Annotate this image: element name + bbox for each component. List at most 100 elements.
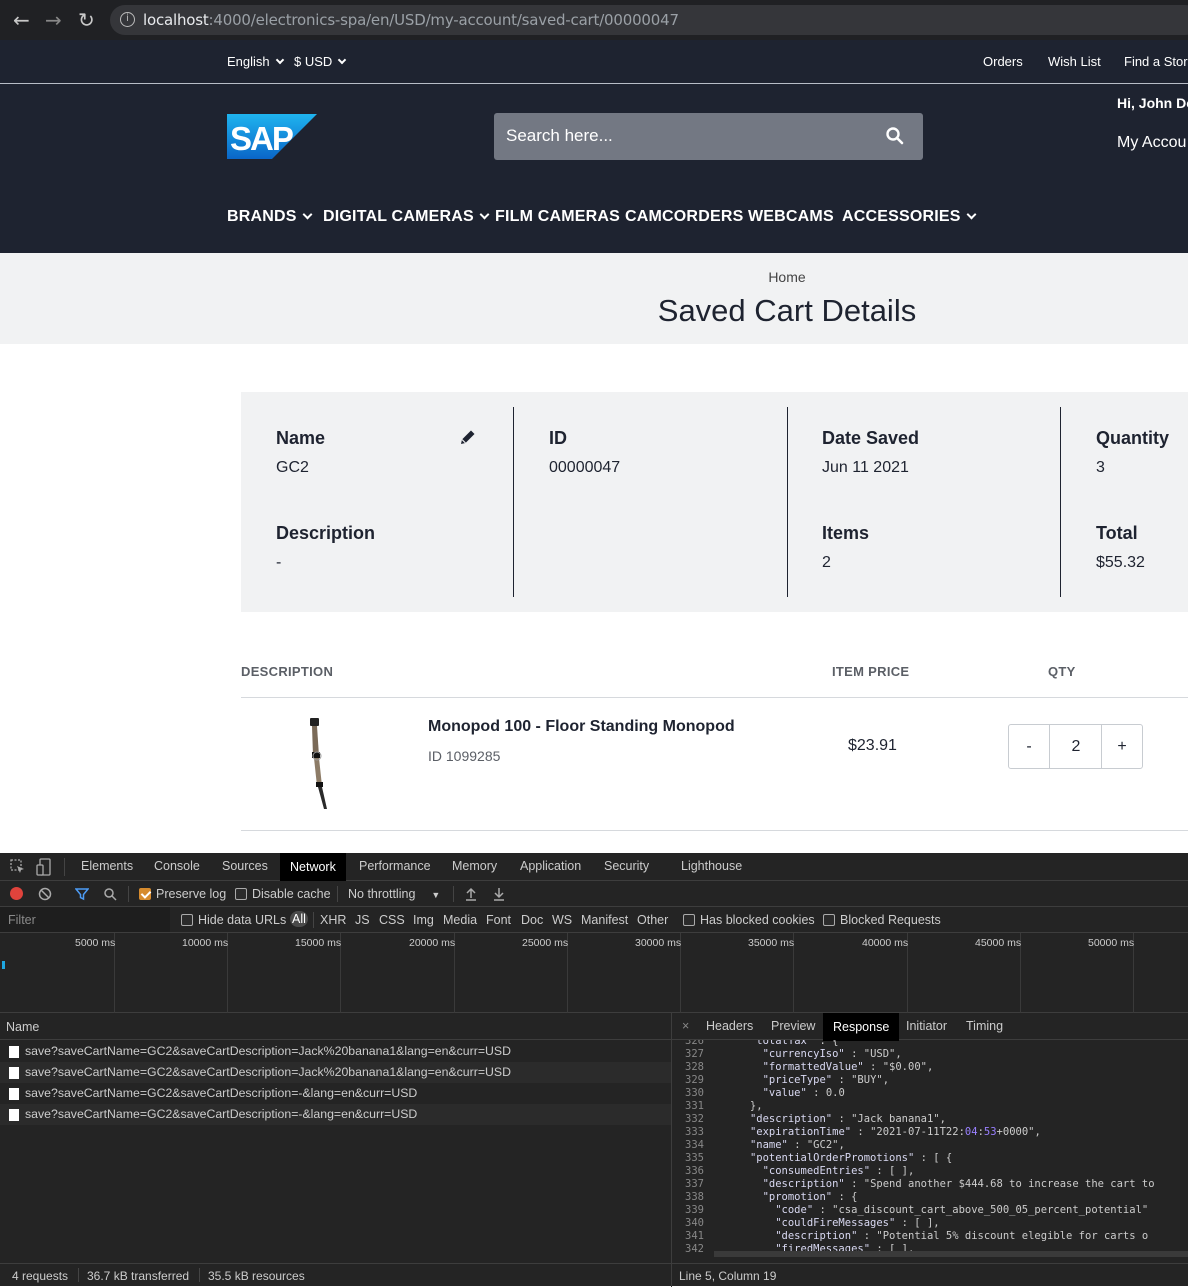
tab-elements[interactable]: Elements [81, 859, 133, 873]
tab-preview[interactable]: Preview [771, 1019, 815, 1033]
line-number: 339 [685, 1204, 704, 1216]
address-bar[interactable]: i localhost:4000/electronics-spa/en/USD/… [110, 5, 1188, 35]
site-info-icon[interactable]: i [120, 12, 135, 27]
nav-film-cameras[interactable]: FILM CAMERAS [495, 208, 620, 226]
currency-selector[interactable]: $ USD [294, 54, 347, 69]
request-row[interactable]: save?saveCartName=GC2&saveCartDescriptio… [0, 1083, 671, 1104]
filter-type-xhr[interactable]: XHR [320, 913, 346, 927]
nav-webcams[interactable]: WEBCAMS [748, 208, 834, 226]
product-name-link[interactable]: Monopod 100 - Floor Standing Monopod [428, 718, 735, 736]
request-row[interactable]: save?saveCartName=GC2&saveCartDescriptio… [0, 1104, 671, 1125]
tab-response[interactable]: Response [823, 1013, 900, 1041]
request-row[interactable]: save?saveCartName=GC2&saveCartDescriptio… [0, 1062, 671, 1083]
blocked-requests-checkbox[interactable]: Blocked Requests [823, 913, 941, 927]
column-header-item-price: ITEM PRICE [832, 664, 910, 679]
code-text: "description" : "Spend another $444.68 t… [762, 1178, 1155, 1190]
divider [241, 697, 1188, 698]
filter-type-doc[interactable]: Doc [521, 913, 543, 927]
nav-camcorders[interactable]: CAMCORDERS [625, 208, 743, 226]
find-store-link[interactable]: Find a Store [1124, 54, 1188, 69]
file-icon [9, 1067, 19, 1079]
edit-pencil-icon[interactable] [459, 428, 477, 446]
decrement-button[interactable]: - [1009, 725, 1050, 768]
code-line: 333 "expirationTime" : "2021-07-11T22:04… [672, 1126, 1188, 1139]
quantity-input[interactable]: 2 [1050, 725, 1102, 768]
tab-initiator[interactable]: Initiator [906, 1019, 947, 1033]
horizontal-scrollbar[interactable] [714, 1251, 1188, 1257]
close-icon[interactable]: × [682, 1019, 689, 1033]
nav-accessories[interactable]: ACCESSORIES [842, 208, 977, 226]
timeline-tick-label: 35000 ms [748, 937, 795, 949]
tab-security[interactable]: Security [604, 859, 649, 873]
code-text: "promotion" : { [762, 1191, 858, 1203]
network-filter-bar: Filter Hide data URLs All XHR JS CSS Img… [0, 907, 1188, 933]
response-code-view[interactable]: 326 "totalTax" : {327 "currencyIso" : "U… [672, 1040, 1188, 1262]
filter-type-css[interactable]: CSS [379, 913, 405, 927]
tab-network[interactable]: Network [280, 853, 346, 881]
record-icon[interactable] [10, 887, 23, 900]
line-number: 336 [685, 1165, 704, 1177]
code-text: "name" : "GC2", [749, 1139, 845, 1151]
search-input[interactable]: Search here... [494, 113, 923, 160]
has-blocked-cookies-checkbox[interactable]: Has blocked cookies [683, 913, 815, 927]
import-har-icon[interactable] [464, 886, 478, 902]
reload-icon[interactable]: ↻ [78, 9, 95, 31]
tab-headers[interactable]: Headers [706, 1019, 753, 1033]
code-line: 332 "description" : "Jack banana1", [672, 1113, 1188, 1126]
language-selector[interactable]: English [227, 54, 284, 69]
filter-type-other[interactable]: Other [637, 913, 668, 927]
increment-button[interactable]: + [1101, 725, 1142, 768]
column-header-name[interactable]: Name [0, 1013, 671, 1040]
tab-performance[interactable]: Performance [359, 859, 431, 873]
clear-icon[interactable] [38, 887, 52, 901]
network-timeline-overview[interactable]: 5000 ms 10000 ms 15000 ms 20000 ms 25000… [0, 933, 1188, 1013]
details-tabbar: × Headers Preview Response Initiator Tim… [672, 1013, 1188, 1041]
filter-placeholder: Filter [8, 913, 36, 927]
product-image[interactable] [300, 716, 340, 812]
breadcrumb[interactable]: Home [0, 269, 1188, 285]
filter-type-manifest[interactable]: Manifest [581, 913, 628, 927]
search-icon[interactable] [103, 887, 117, 901]
resources-size: 35.5 kB resources [208, 1269, 305, 1283]
timeline-tick-label: 50000 ms [1088, 937, 1135, 949]
user-greeting: Hi, John Do [1117, 95, 1188, 111]
request-row[interactable]: save?saveCartName=GC2&saveCartDescriptio… [0, 1041, 671, 1062]
filter-type-all[interactable]: All [290, 911, 308, 927]
filter-type-img[interactable]: Img [413, 913, 434, 927]
back-arrow-icon[interactable]: ← [13, 9, 30, 31]
device-toolbar-icon[interactable] [36, 858, 52, 876]
filter-input[interactable]: Filter [0, 907, 170, 932]
line-number: 328 [685, 1061, 704, 1073]
request-count: 4 requests [12, 1269, 69, 1283]
sap-logo[interactable]: SAP [227, 114, 317, 159]
filter-type-ws[interactable]: WS [552, 913, 572, 927]
forward-arrow-icon[interactable]: → [45, 9, 62, 31]
nav-digital-cameras[interactable]: DIGITAL CAMERAS [323, 208, 490, 226]
file-icon [9, 1046, 19, 1058]
hide-data-urls-checkbox[interactable]: Hide data URLs [181, 913, 286, 927]
timeline-tick-label: 15000 ms [295, 937, 342, 949]
export-har-icon[interactable] [492, 886, 506, 902]
line-number: 342 [685, 1243, 704, 1255]
filter-type-media[interactable]: Media [443, 913, 477, 927]
nav-brands[interactable]: BRANDS [227, 208, 313, 226]
code-line: 336 "consumedEntries" : [ ], [672, 1165, 1188, 1178]
filter-type-js[interactable]: JS [355, 913, 370, 927]
disable-cache-checkbox[interactable]: Disable cache [235, 887, 331, 901]
request-list: Name save?saveCartName=GC2&saveCartDescr… [0, 1013, 671, 1263]
tab-sources[interactable]: Sources [222, 859, 268, 873]
filter-type-font[interactable]: Font [486, 913, 511, 927]
filter-icon[interactable] [75, 887, 89, 901]
inspect-element-icon[interactable] [10, 859, 26, 875]
search-icon[interactable] [885, 126, 905, 146]
tab-lighthouse[interactable]: Lighthouse [681, 859, 742, 873]
throttling-select[interactable]: No throttling ▼ [348, 887, 440, 901]
tab-console[interactable]: Console [154, 859, 200, 873]
wish-list-link[interactable]: Wish List [1048, 54, 1101, 69]
preserve-log-checkbox[interactable]: Preserve log [139, 887, 226, 901]
orders-link[interactable]: Orders [983, 54, 1023, 69]
my-account-menu[interactable]: My Accou [1117, 134, 1186, 152]
tab-memory[interactable]: Memory [452, 859, 497, 873]
tab-application[interactable]: Application [520, 859, 581, 873]
tab-timing[interactable]: Timing [966, 1019, 1003, 1033]
